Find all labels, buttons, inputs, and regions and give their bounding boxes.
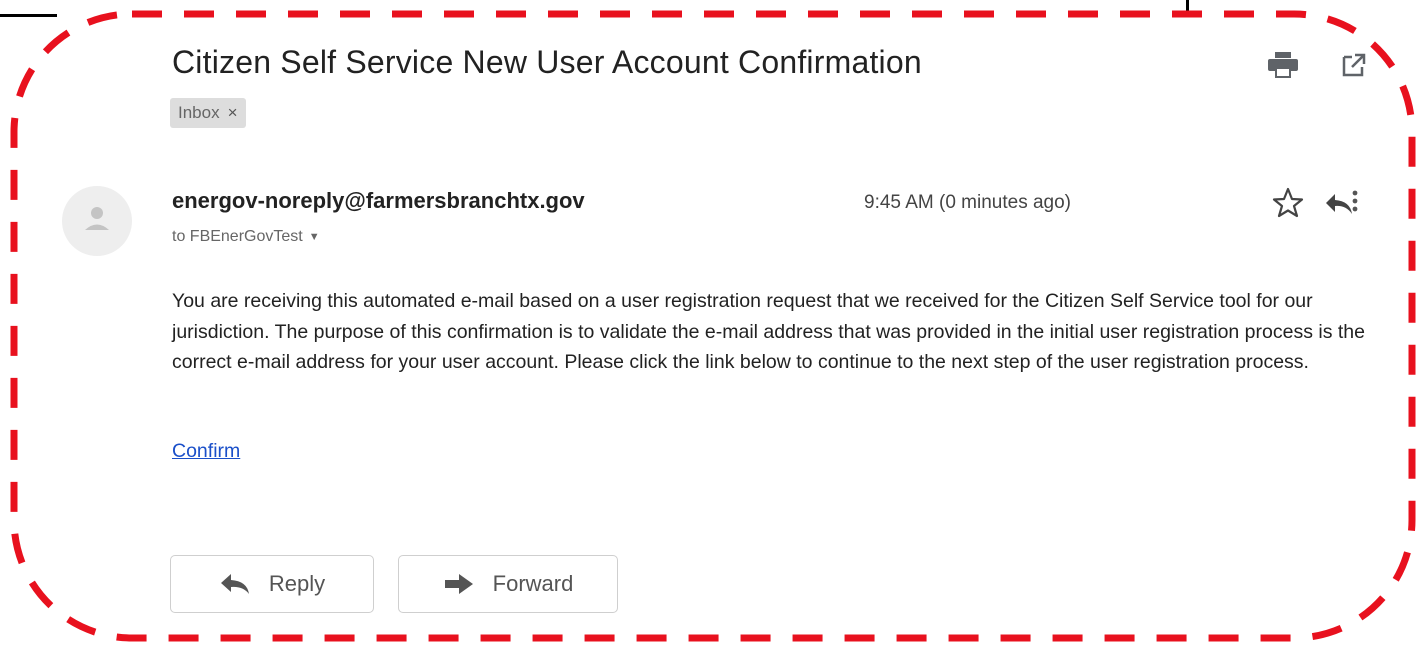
avatar-icon bbox=[62, 186, 132, 256]
more-options-icon[interactable] bbox=[1350, 187, 1360, 215]
open-in-new-window-icon[interactable] bbox=[1341, 52, 1367, 78]
email-subject: Citizen Self Service New User Account Co… bbox=[172, 44, 922, 80]
email-timestamp: 9:45 AM (0 minutes ago) bbox=[864, 192, 1071, 213]
star-icon[interactable] bbox=[1272, 187, 1304, 219]
forward-button[interactable]: Forward bbox=[398, 555, 618, 613]
window-edge-line bbox=[0, 0, 57, 17]
recipient-text: to FBEnerGovTest bbox=[172, 228, 303, 245]
sender-email: energov-noreply@farmersbranchtx.gov bbox=[172, 188, 585, 213]
email-body: You are receiving this automated e-mail … bbox=[172, 290, 1365, 373]
confirm-link[interactable]: Confirm bbox=[172, 440, 240, 463]
recipient-line[interactable]: to FBEnerGovTest ▼ bbox=[172, 228, 320, 246]
print-icon[interactable] bbox=[1268, 52, 1298, 78]
chevron-down-icon[interactable]: ▼ bbox=[309, 231, 320, 243]
inbox-label-text: Inbox bbox=[178, 103, 220, 122]
inbox-label-chip[interactable]: Inbox × bbox=[170, 98, 246, 128]
reply-icon bbox=[220, 574, 249, 594]
window-edge-tick bbox=[1186, 0, 1189, 12]
email-view: Citizen Self Service New User Account Co… bbox=[0, 0, 1421, 649]
reply-button-label: Reply bbox=[268, 571, 326, 596]
reply-button[interactable]: Reply bbox=[170, 555, 374, 613]
forward-button-label: Forward bbox=[492, 571, 574, 596]
forward-icon bbox=[444, 574, 473, 594]
remove-label-icon[interactable]: × bbox=[228, 103, 238, 123]
